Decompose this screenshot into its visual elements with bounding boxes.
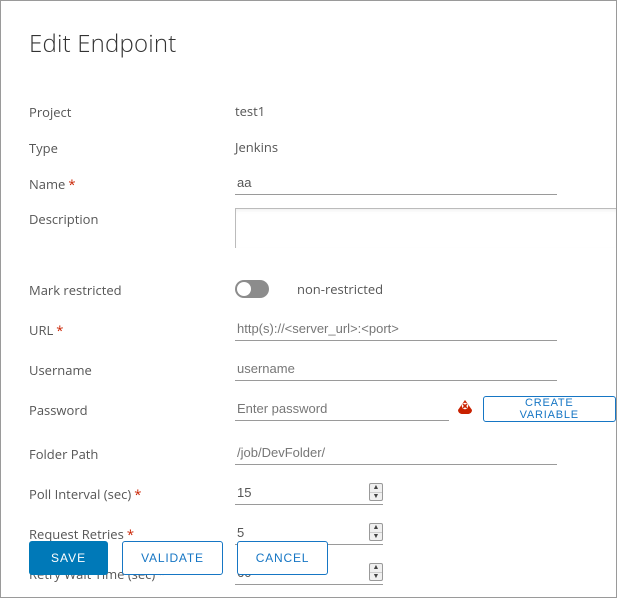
value-project: test1 (235, 102, 265, 120)
label-project: Project (29, 101, 235, 121)
restricted-toggle-text: non-restricted (297, 280, 383, 298)
row-password: Password CREATE VARIABLE (29, 394, 616, 424)
description-field[interactable] (235, 208, 617, 248)
password-field[interactable] (235, 397, 449, 421)
label-name: Name* (29, 173, 235, 193)
cancel-button[interactable]: CANCEL (237, 541, 328, 575)
url-field[interactable] (235, 317, 557, 341)
row-mark-restricted: Mark restricted non-restricted (29, 274, 616, 304)
label-username: Username (29, 359, 235, 379)
edit-endpoint-dialog: Edit Endpoint Project test1 Type Jenkins… (0, 0, 617, 598)
row-type: Type Jenkins (29, 132, 616, 162)
row-description: Description (29, 208, 616, 256)
row-project: Project test1 (29, 96, 616, 126)
username-field[interactable] (235, 357, 557, 381)
chevron-down-icon[interactable]: ▼ (370, 493, 382, 501)
error-icon (457, 399, 473, 419)
validate-button[interactable]: VALIDATE (122, 541, 223, 575)
row-username: Username (29, 354, 616, 384)
name-field[interactable] (235, 171, 557, 195)
label-poll-interval: Poll Interval (sec)* (29, 483, 235, 503)
label-url: URL* (29, 319, 235, 339)
poll-interval-stepper[interactable]: ▲▼ (369, 483, 383, 501)
label-type: Type (29, 137, 235, 157)
chevron-down-icon[interactable]: ▼ (370, 533, 382, 541)
value-type: Jenkins (235, 138, 278, 156)
retry-wait-stepper[interactable]: ▲▼ (369, 563, 383, 581)
dialog-title: Edit Endpoint (29, 27, 616, 60)
request-retries-stepper[interactable]: ▲▼ (369, 523, 383, 541)
label-password: Password (29, 399, 235, 419)
save-button[interactable]: SAVE (29, 541, 108, 575)
chevron-down-icon[interactable]: ▼ (370, 573, 382, 581)
row-url: URL* (29, 314, 616, 344)
create-variable-button[interactable]: CREATE VARIABLE (483, 396, 616, 422)
row-folder-path: Folder Path (29, 438, 616, 468)
restricted-toggle[interactable] (235, 280, 269, 298)
folder-path-field[interactable] (235, 441, 557, 465)
label-mark-restricted: Mark restricted (29, 279, 235, 299)
label-request-retries: Request Retries* (29, 523, 235, 543)
dialog-actions: SAVE VALIDATE CANCEL (29, 541, 328, 575)
poll-interval-field[interactable] (235, 481, 383, 505)
row-poll-interval: Poll Interval (sec)* ▲▼ (29, 478, 616, 508)
row-name: Name* (29, 168, 616, 198)
label-folder-path: Folder Path (29, 443, 235, 463)
label-description: Description (29, 208, 235, 228)
required-mark: * (68, 175, 75, 193)
